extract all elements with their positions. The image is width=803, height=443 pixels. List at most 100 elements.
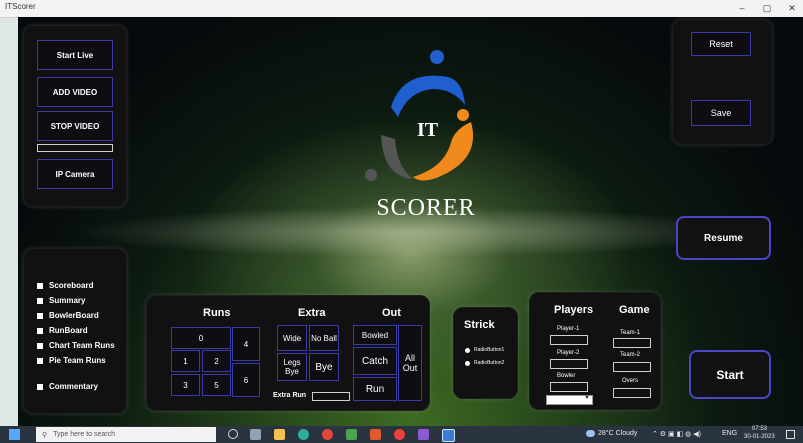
maximize-button[interactable]: ▢ (758, 1, 776, 15)
runs-title: Runs (203, 307, 231, 319)
board-toggle[interactable]: RunBoard (37, 326, 88, 335)
board-label: Chart Team Runs (49, 341, 115, 350)
chrome-icon[interactable] (322, 429, 333, 440)
bowler-dropdown[interactable]: ▼ (546, 395, 593, 405)
board-label: Commentary (49, 382, 98, 391)
out-title: Out (382, 307, 401, 319)
windows-start-icon[interactable] (9, 429, 20, 440)
team1-input[interactable] (613, 338, 651, 348)
weather-text[interactable]: 28°C Cloudy (598, 430, 637, 437)
checkbox[interactable] (37, 312, 43, 319)
reset-button[interactable]: Reset (691, 32, 751, 56)
board-toggle[interactable]: Commentary (37, 382, 98, 391)
logo-name: SCORER (376, 195, 476, 221)
media-panel: Start Live ADD VIDEO STOP VIDEO IP Camer… (23, 25, 127, 207)
board-label: Summary (49, 296, 86, 305)
notification-icon[interactable] (786, 430, 795, 439)
bowled-button[interactable]: Bowled (353, 325, 397, 345)
board-toggle[interactable]: Pie Team Runs (37, 356, 106, 365)
boards-panel: Scoreboard Summary BowlerBoard RunBoard … (23, 248, 127, 414)
browser-icon[interactable] (394, 429, 405, 440)
players-title: Players (554, 304, 594, 316)
no-ball-button[interactable]: No Ball (309, 325, 339, 351)
radio-dot (465, 347, 470, 353)
app-icon[interactable] (346, 429, 357, 440)
player1-label: Player-1 (557, 326, 580, 332)
add-video-button[interactable]: ADD VIDEO (37, 77, 113, 107)
board-toggle[interactable]: Chart Team Runs (37, 341, 115, 350)
radio-button-1[interactable]: RadioButton1 (465, 347, 504, 353)
radio-label: RadioButton1 (474, 347, 505, 353)
bye-button[interactable]: Bye (309, 353, 339, 381)
strick-title: Strick (464, 319, 495, 331)
wide-button[interactable]: Wide (277, 325, 307, 351)
board-label: Pie Team Runs (49, 356, 106, 365)
run-out-button[interactable]: Run (353, 377, 397, 401)
overs-label: Overs (622, 378, 639, 384)
legs-bye-button[interactable]: Legs Bye (277, 353, 307, 381)
logo-it-text: IT (417, 119, 439, 141)
video-path-field[interactable] (37, 144, 113, 152)
all-out-button[interactable]: All Out (398, 325, 422, 401)
checkbox[interactable] (37, 327, 43, 334)
radio-button-2[interactable]: RadioButton2 (465, 360, 504, 366)
players-panel: Players Game Player-1 Player-2 Bowler ▼ … (529, 292, 661, 410)
stop-video-button[interactable]: STOP VIDEO (37, 111, 113, 141)
run-1-button[interactable]: 1 (171, 350, 200, 372)
chevron-down-icon: ▼ (584, 395, 590, 401)
ip-camera-button[interactable]: IP Camera (37, 159, 113, 189)
start-live-button[interactable]: Start Live (37, 40, 113, 70)
app-canvas: IT SCORER Start Live ADD VIDEO STOP VIDE… (18, 17, 803, 426)
extra-title: Extra (298, 307, 326, 319)
title-bar: ITScorer – ▢ ✕ (0, 0, 803, 18)
extra-run-input[interactable] (312, 392, 350, 401)
widgets-icon[interactable] (250, 429, 261, 440)
checkbox[interactable] (37, 282, 43, 289)
office-icon[interactable] (370, 429, 381, 440)
game-title: Game (619, 304, 650, 316)
run-5-button[interactable]: 5 (202, 374, 231, 396)
team2-label: Team-2 (620, 352, 641, 358)
close-button[interactable]: ✕ (783, 1, 801, 15)
run-4-button[interactable]: 4 (232, 327, 260, 361)
resume-button[interactable]: Resume (676, 216, 771, 260)
catch-button[interactable]: Catch (353, 347, 397, 375)
search-icon: ⚲ (42, 431, 48, 439)
board-label: RunBoard (49, 326, 88, 335)
board-toggle[interactable]: Scoreboard (37, 281, 93, 290)
system-tray-icons[interactable]: ⌃ ⚙ ▣ ◧ ◍ ◀) (652, 430, 701, 438)
start-button[interactable]: Start (689, 350, 771, 399)
save-button[interactable]: Save (691, 100, 751, 126)
scoring-panel: Runs Extra Out 0 4 1 2 6 3 5 Wide No Bal… (146, 295, 430, 411)
board-toggle[interactable]: Summary (37, 296, 85, 305)
clock-time[interactable]: 07:53 (752, 426, 767, 432)
visual-studio-icon[interactable] (418, 429, 429, 440)
file-explorer-icon[interactable] (274, 429, 285, 440)
bowler-input[interactable] (550, 382, 588, 392)
edge-icon[interactable] (298, 429, 309, 440)
itscorer-app-icon[interactable] (442, 429, 455, 442)
checkbox[interactable] (37, 342, 43, 349)
run-0-button[interactable]: 0 (171, 327, 231, 349)
run-6-button[interactable]: 6 (232, 363, 260, 397)
run-3-button[interactable]: 3 (171, 374, 200, 396)
overs-input[interactable] (613, 388, 651, 398)
player1-input[interactable] (550, 335, 588, 345)
task-view-icon[interactable] (228, 429, 238, 439)
player2-label: Player-2 (557, 350, 580, 356)
weather-icon (586, 430, 595, 437)
board-label: BowlerBoard (49, 311, 99, 320)
checkbox[interactable] (37, 297, 43, 304)
language-indicator[interactable]: ENG (722, 430, 737, 437)
taskbar-search[interactable]: ⚲ Type here to search (36, 427, 216, 442)
team2-input[interactable] (613, 362, 651, 372)
checkbox[interactable] (37, 357, 43, 364)
clock-date[interactable]: 30-01-2023 (744, 434, 775, 440)
board-toggle[interactable]: BowlerBoard (37, 311, 99, 320)
player2-input[interactable] (550, 359, 588, 369)
run-2-button[interactable]: 2 (202, 350, 231, 372)
search-placeholder: Type here to search (53, 431, 116, 438)
radio-dot (465, 360, 470, 366)
checkbox[interactable] (37, 383, 43, 390)
minimize-button[interactable]: – (733, 1, 751, 15)
